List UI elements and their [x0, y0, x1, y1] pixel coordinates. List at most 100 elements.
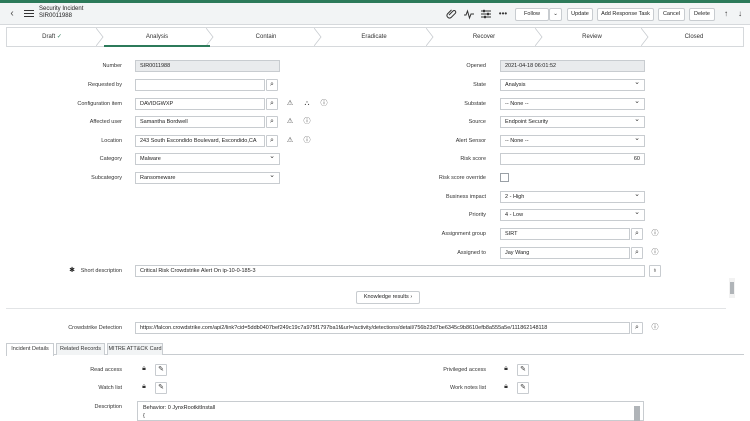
info-icon[interactable]: ⓘ	[301, 135, 313, 147]
delete-button[interactable]: Delete	[689, 8, 715, 21]
tab-related-records[interactable]: Related Records	[56, 343, 105, 355]
work-notes-list-label: Work notes list	[450, 385, 486, 391]
search-icon[interactable]: ⌕	[266, 135, 278, 147]
privileged-access-label: Privileged access	[443, 367, 486, 373]
attachment-icon[interactable]	[445, 8, 459, 20]
stage-closed: Closed	[684, 34, 704, 40]
risk-score-override-checkbox[interactable]	[500, 173, 509, 182]
settings-sliders-icon[interactable]	[479, 8, 493, 20]
info-icon[interactable]: ⓘ	[649, 228, 661, 240]
risk-score-field[interactable]: 60	[500, 153, 645, 165]
previous-record-icon[interactable]: ↑	[719, 8, 733, 20]
substate-label: Substate	[464, 101, 486, 107]
lock-icon[interactable]: 🔒︎	[138, 364, 150, 376]
lock-icon[interactable]: 🔒︎	[138, 382, 150, 394]
knowledge-results-button[interactable]: Knowledge results ›	[356, 291, 420, 304]
textarea-scrollbar[interactable]	[634, 406, 640, 421]
stage-separator	[206, 28, 214, 46]
warning-icon[interactable]: ⚠	[284, 135, 296, 147]
tab-bar: Incident Details Related Records MITRE A…	[6, 343, 744, 356]
assigned-to-field[interactable]: Jay Wang	[500, 247, 630, 259]
state-select[interactable]: Analysis	[500, 79, 645, 91]
source-select[interactable]: Endpoint Security	[500, 116, 645, 128]
search-icon[interactable]: ⌕	[266, 116, 278, 128]
description-textarea[interactable]: Behavior: 0 JynxRootkitInstall {	[137, 401, 644, 421]
edit-list-icon[interactable]: ✎	[517, 364, 529, 376]
hierarchy-icon[interactable]: ⛬	[301, 98, 313, 110]
configuration-item-field[interactable]: DAVIDGWXP	[135, 98, 265, 110]
subcategory-select[interactable]: Ransomeware	[135, 172, 280, 184]
info-icon[interactable]: ⓘ	[649, 247, 661, 259]
follow-dropdown-icon[interactable]: ⌄	[549, 8, 562, 21]
stage-eradicate: Eradicate	[361, 34, 387, 40]
stage-draft: Draft ✓	[42, 34, 62, 40]
watch-list-label: Watch list	[98, 385, 122, 391]
stage-recover: Recover	[472, 34, 496, 40]
configuration-item-label: Configuration item	[77, 101, 122, 107]
checkmark-icon: ✓	[56, 34, 62, 40]
short-description-field[interactable]: Critical Risk Crowdstrike Alert On ip-10…	[135, 265, 645, 277]
edit-list-icon[interactable]: ✎	[517, 382, 529, 394]
stage-separator	[535, 28, 543, 46]
number-field: SIR0011988	[135, 60, 280, 72]
description-line: Behavior: 0 JynxRootkitInstall	[143, 405, 216, 411]
substate-select[interactable]: -- None --	[500, 98, 645, 110]
search-icon[interactable]: ⌕	[631, 322, 643, 334]
next-record-icon[interactable]: ↓	[733, 8, 747, 20]
search-icon[interactable]: ⌕	[631, 247, 643, 259]
subcategory-label: Subcategory	[91, 175, 122, 181]
requested-by-label: Requested by	[88, 82, 122, 88]
add-response-task-button[interactable]: Add Response Task	[597, 8, 654, 21]
tab-incident-details[interactable]: Incident Details	[6, 343, 54, 356]
business-impact-label: Business impact	[445, 194, 486, 200]
edit-list-icon[interactable]: ✎	[155, 364, 167, 376]
assigned-to-label: Assigned to	[457, 250, 486, 256]
scrollbar-thumb[interactable]	[730, 282, 734, 294]
stage-separator	[314, 28, 322, 46]
category-select[interactable]: Malware	[135, 153, 280, 165]
risk-score-override-label: Risk score override	[438, 175, 486, 181]
section-divider	[6, 308, 726, 309]
follow-button[interactable]: Follow	[515, 8, 549, 21]
alert-sensor-label: Alert Sensor	[455, 138, 486, 144]
location-field[interactable]: 243 South Escondido Boulevard, Escondido…	[135, 135, 265, 147]
description-label: Description	[94, 404, 122, 410]
lock-icon[interactable]: 🔒︎	[500, 382, 512, 394]
edit-list-icon[interactable]: ✎	[155, 382, 167, 394]
stage-analysis: Analysis	[145, 34, 169, 40]
lightbulb-icon[interactable]: ♁	[649, 265, 661, 277]
info-icon[interactable]: ⓘ	[301, 116, 313, 128]
stage-separator	[641, 28, 649, 46]
location-label: Location	[101, 138, 122, 144]
back-icon[interactable]: ‹	[6, 8, 18, 20]
assignment-group-field[interactable]: SIRT	[500, 228, 630, 240]
search-icon[interactable]: ⌕	[631, 228, 643, 240]
stage-separator	[426, 28, 434, 46]
search-icon[interactable]: ⌕	[266, 79, 278, 91]
affected-user-field[interactable]: Samantha Bordwell	[135, 116, 265, 128]
opened-label: Opened	[466, 63, 486, 69]
more-options-icon[interactable]: •••	[496, 8, 510, 20]
tab-mitre-attack-card[interactable]: MITRE ATT&CK Card	[107, 343, 163, 355]
opened-field: 2021-04-18 06:01:52	[500, 60, 645, 72]
business-impact-select[interactable]: 2 - High	[500, 191, 645, 203]
form-header: ‹ Security Incident SIR0011988 ••• Follo…	[0, 3, 750, 25]
alert-sensor-select[interactable]: -- None --	[500, 135, 645, 147]
record-number: SIR0011988	[39, 13, 72, 19]
info-icon[interactable]: ⓘ	[318, 98, 330, 110]
requested-by-field[interactable]	[135, 79, 265, 91]
form-title: Security Incident	[39, 6, 84, 12]
warning-icon[interactable]: ⚠	[284, 116, 296, 128]
cancel-button[interactable]: Cancel	[658, 8, 685, 21]
search-icon[interactable]: ⌕	[266, 98, 278, 110]
info-icon[interactable]: ⓘ	[649, 322, 661, 334]
warning-icon[interactable]: ⚠	[284, 98, 296, 110]
priority-select[interactable]: 4 - Low	[500, 209, 645, 221]
activity-icon[interactable]	[462, 8, 476, 20]
hamburger-menu-icon[interactable]	[24, 10, 34, 18]
read-access-label: Read access	[90, 367, 122, 373]
lock-icon[interactable]: 🔒︎	[500, 364, 512, 376]
crowdstrike-detection-field[interactable]: https://falcon.crowdstrike.com/api2/link…	[135, 322, 630, 334]
update-button[interactable]: Update	[567, 8, 593, 21]
description-line: {	[143, 413, 145, 419]
